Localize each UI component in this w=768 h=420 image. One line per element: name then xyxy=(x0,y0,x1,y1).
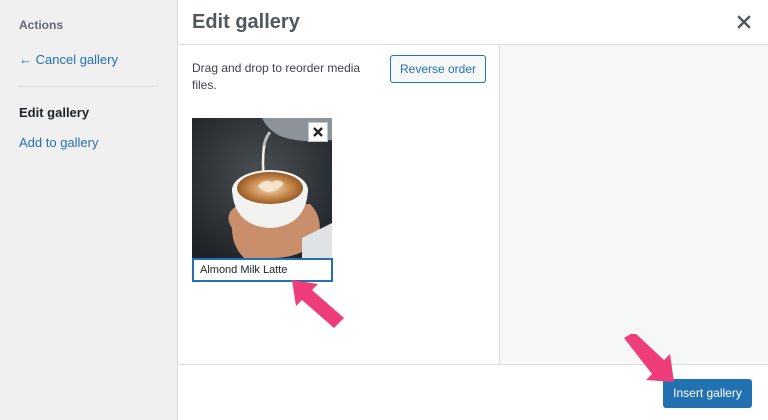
cancel-gallery-link[interactable]: ← Cancel gallery xyxy=(19,52,118,67)
menu-item-edit-gallery[interactable]: Edit gallery xyxy=(19,105,89,120)
menu-divider xyxy=(18,86,159,87)
close-icon[interactable] xyxy=(734,12,754,32)
annotation-arrow-icon xyxy=(624,334,674,382)
attachment-details-panel xyxy=(500,45,768,364)
modal-header: Edit gallery xyxy=(178,0,768,45)
media-frame-menu: Actions ← Cancel gallery Edit gallery Ad… xyxy=(0,0,178,420)
modal-title: Edit gallery xyxy=(192,11,300,33)
annotation-arrow-icon xyxy=(292,280,344,328)
add-to-gallery-link[interactable]: Add to gallery xyxy=(19,135,99,150)
remove-image-button[interactable] xyxy=(308,122,328,142)
reorder-instructions: Drag and drop to reorder media files. xyxy=(192,61,361,92)
reverse-order-button[interactable]: Reverse order xyxy=(390,55,486,83)
gallery-thumbnail[interactable] xyxy=(192,118,332,258)
actions-heading: Actions xyxy=(19,18,64,32)
close-icon xyxy=(313,127,323,137)
modal-toolbar: Insert gallery xyxy=(178,364,768,420)
